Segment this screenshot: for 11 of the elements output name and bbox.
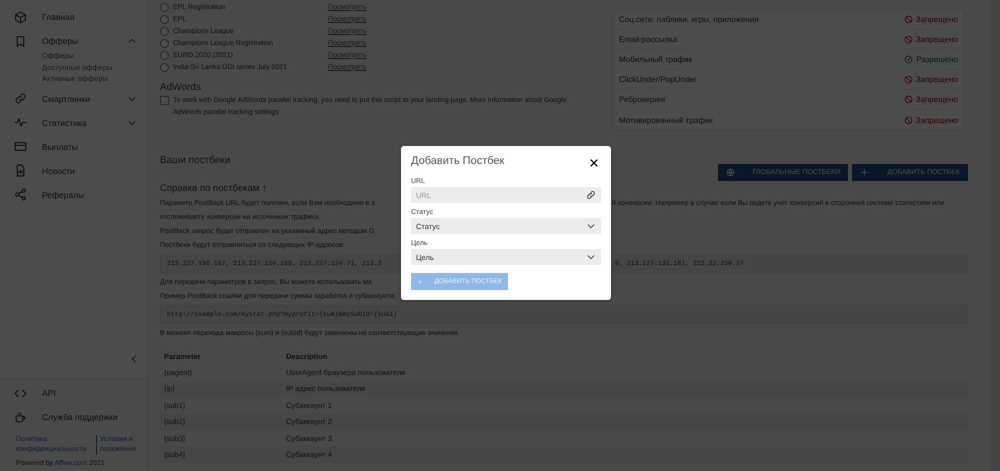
- table-cell: Соц.сети: паблики, игры, приложения: [619, 15, 759, 24]
- plus-icon: [417, 278, 422, 286]
- help-title[interactable]: Справка по постбекам ↑: [160, 183, 267, 194]
- table-cell: Мотивированный трафик: [619, 116, 713, 124]
- link-icon: [586, 190, 596, 200]
- table-cell: Мобильный трафик: [619, 55, 692, 64]
- close-icon: [589, 158, 599, 168]
- table-cell: Email-рассылка: [619, 35, 678, 44]
- table-cell: Реброкеринг: [619, 95, 666, 104]
- table-cell: ClickUnder/PopUnder: [619, 75, 696, 84]
- modal-title: Добавить Постбек: [411, 155, 504, 167]
